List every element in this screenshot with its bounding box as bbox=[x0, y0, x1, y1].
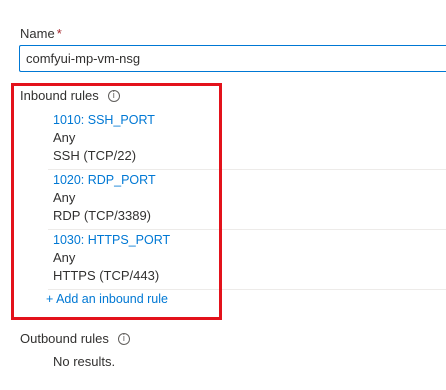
nsg-form: Name* Inbound rules i 1010: SSH_PORT Any… bbox=[0, 0, 446, 390]
inbound-rules-label-text: Inbound rules bbox=[20, 88, 99, 103]
outbound-rules-label: Outbound rules i bbox=[20, 331, 130, 346]
rule-item: 1030: HTTPS_PORT Any HTTPS (TCP/443) bbox=[48, 230, 446, 290]
name-label: Name * bbox=[20, 26, 62, 41]
rule-item: 1020: RDP_PORT Any RDP (TCP/3389) bbox=[48, 170, 446, 230]
required-marker: * bbox=[56, 26, 62, 41]
rule-service: SSH (TCP/22) bbox=[53, 148, 137, 163]
rule-action: Any bbox=[53, 130, 76, 145]
no-results-text: No results. bbox=[53, 354, 116, 369]
rule-item: 1010: SSH_PORT Any SSH (TCP/22) bbox=[48, 110, 446, 170]
outbound-rules-label-text: Outbound rules bbox=[20, 331, 109, 346]
rule-service: HTTPS (TCP/443) bbox=[53, 268, 160, 283]
name-label-text: Name bbox=[20, 26, 55, 41]
inbound-rules-list: 1010: SSH_PORT Any SSH (TCP/22) 1020: RD… bbox=[48, 110, 446, 290]
rule-action: Any bbox=[53, 250, 76, 265]
info-icon[interactable]: i bbox=[107, 89, 120, 102]
rule-link[interactable]: 1020: RDP_PORT bbox=[48, 172, 446, 189]
add-inbound-rule-link[interactable]: + Add an inbound rule bbox=[46, 292, 168, 306]
rule-link[interactable]: 1010: SSH_PORT bbox=[48, 112, 446, 129]
rule-action: Any bbox=[53, 190, 76, 205]
rule-service: RDP (TCP/3389) bbox=[53, 208, 152, 223]
name-input[interactable] bbox=[19, 45, 446, 72]
inbound-rules-label: Inbound rules i bbox=[20, 88, 120, 103]
rule-link[interactable]: 1030: HTTPS_PORT bbox=[48, 232, 446, 249]
info-icon[interactable]: i bbox=[117, 332, 130, 345]
